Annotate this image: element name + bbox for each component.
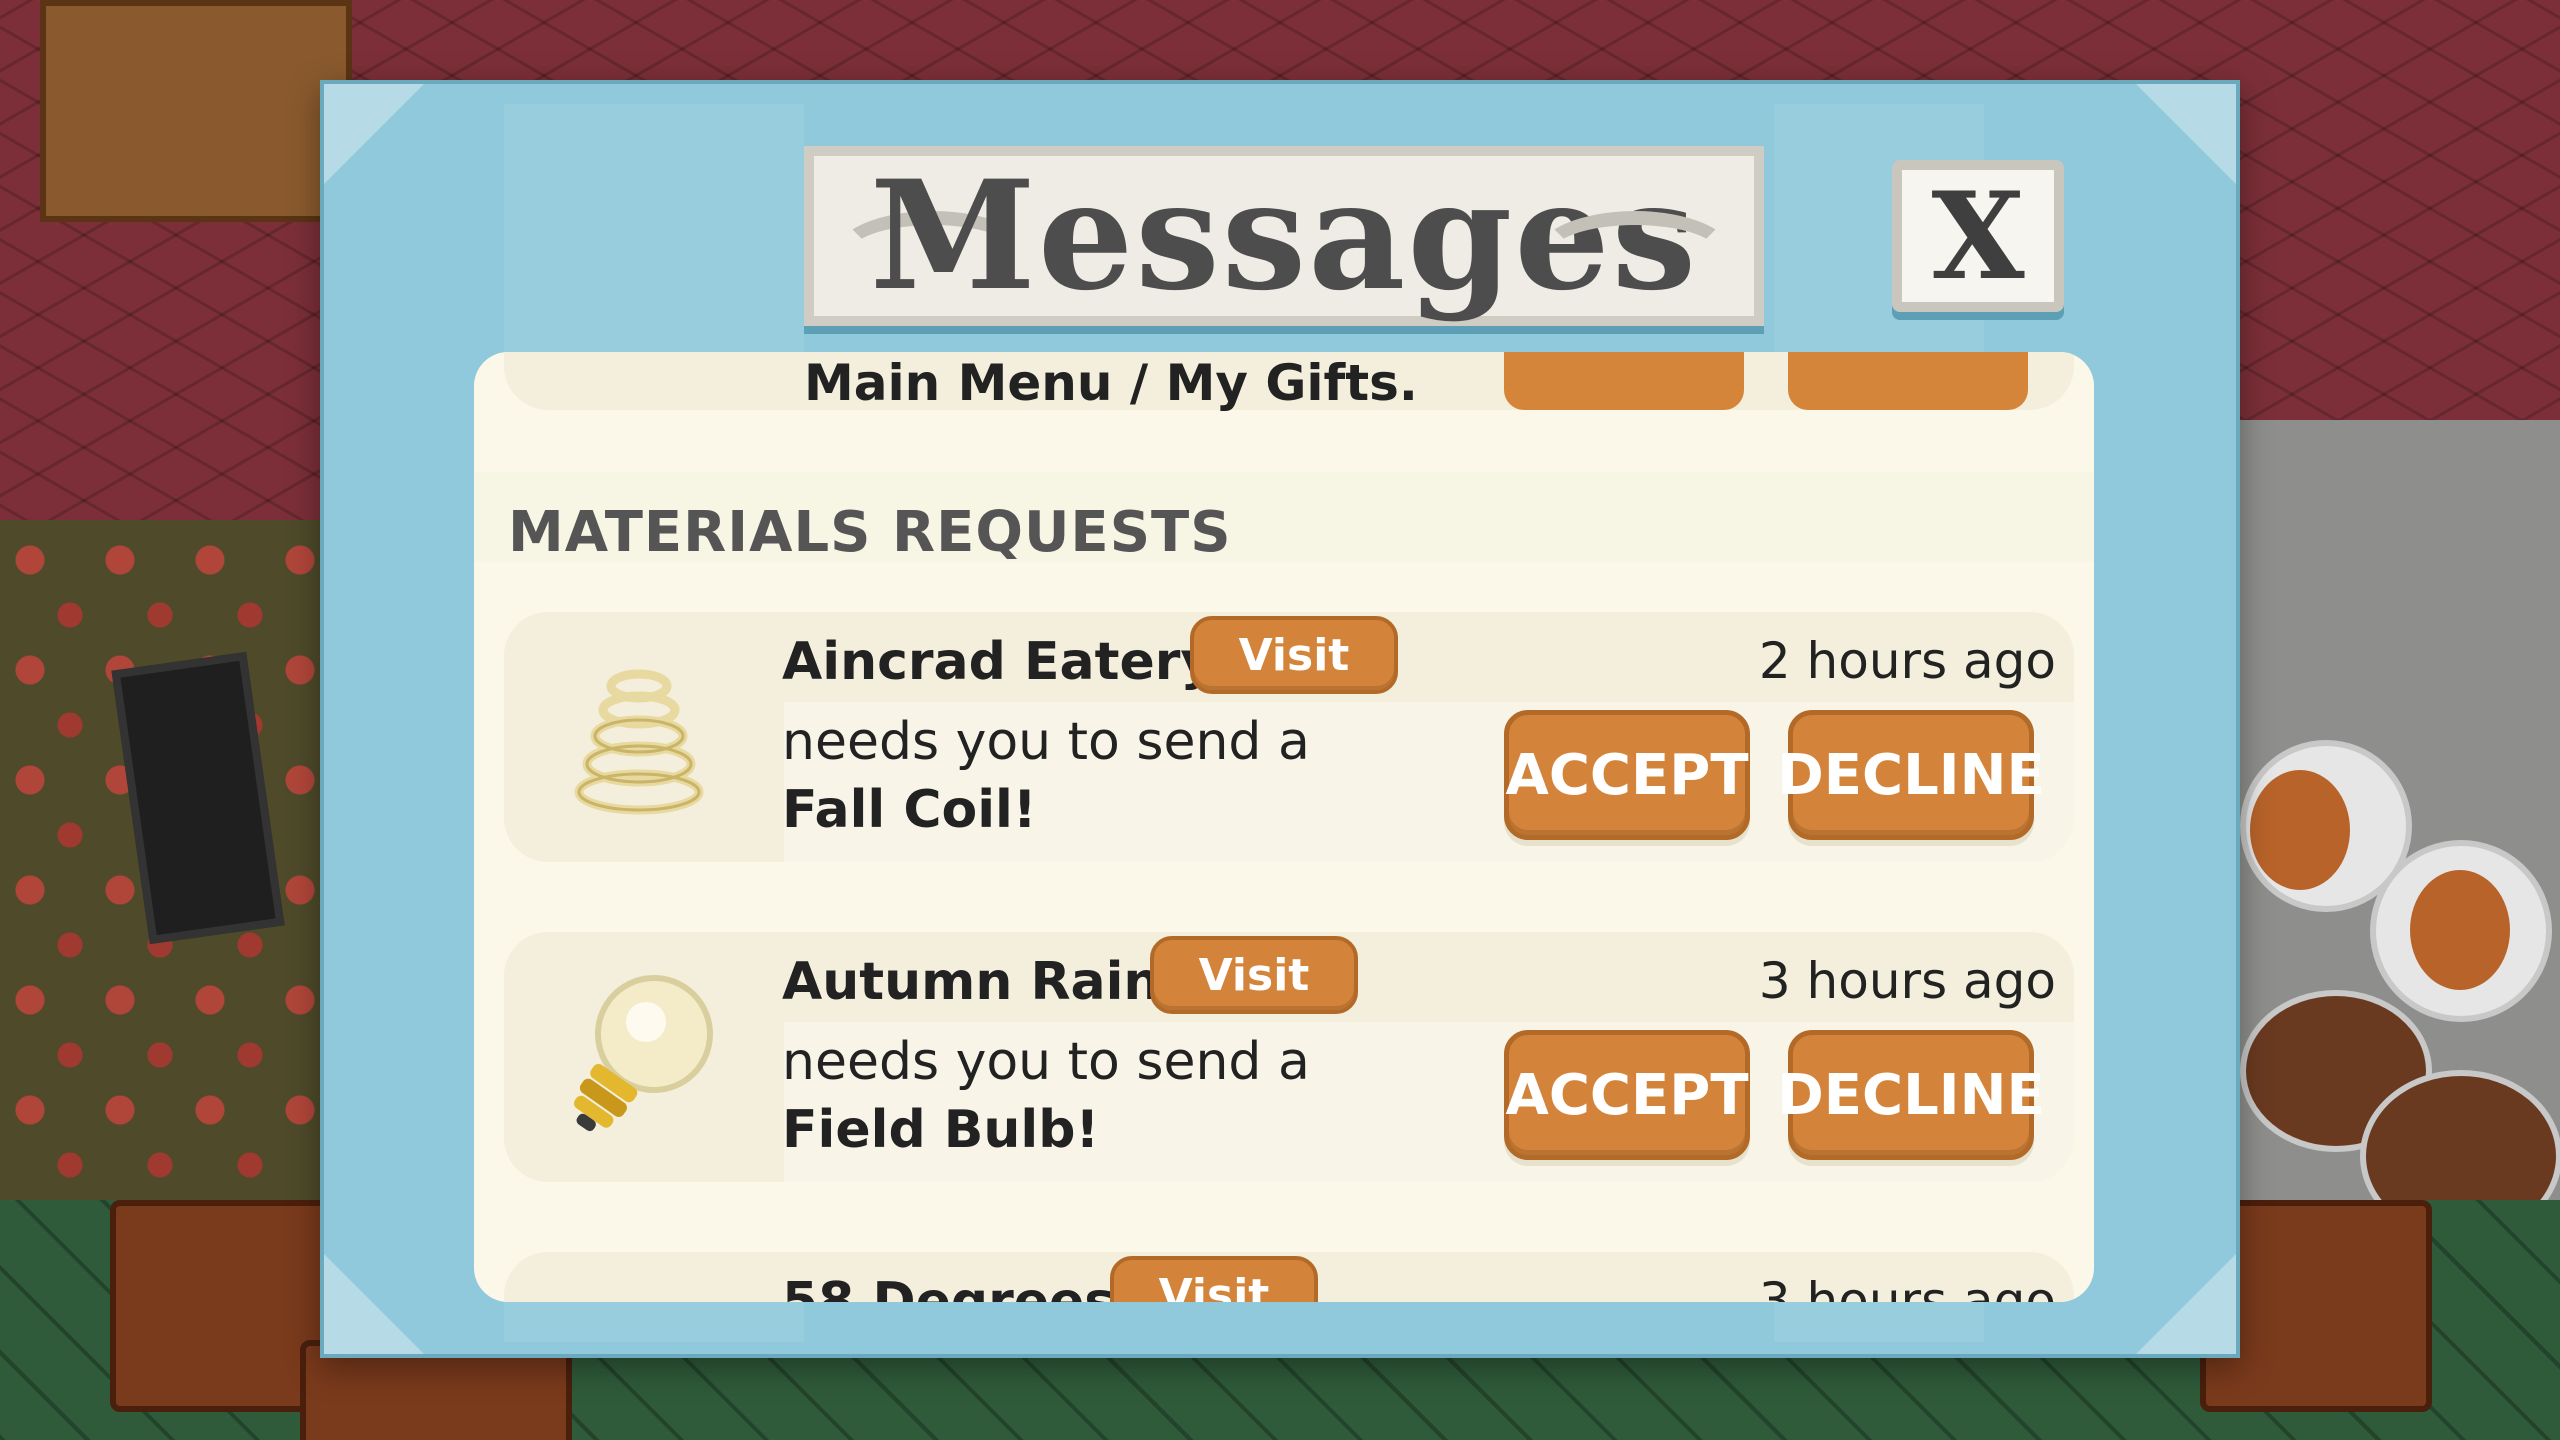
bulb-icon [573,975,713,1132]
timestamp: 3 hours ago [1758,952,2056,1010]
decline-button[interactable]: DECLINE [1777,1030,2045,1160]
message-text: Main Menu / My Gifts. [804,354,1418,412]
request-row: Aincrad Eatery Visit 2 hours ago needs y… [504,612,2074,862]
accept-button[interactable]: ACCEPT [1504,1030,1750,1160]
close-button[interactable]: X [1892,160,2064,312]
decline-button[interactable]: DECLINE [1777,710,2045,840]
visit-button[interactable]: Visit [1190,616,1398,694]
section-title: MATERIALS REQUESTS [508,500,1232,565]
sender-name: 58 Degrees [782,1272,1116,1302]
sender-name: Aincrad Eatery [782,632,1215,692]
messages-list[interactable]: Main Menu / My Gifts. MATERIALS REQUESTS [474,352,2094,1302]
request-row: 58 Degrees Visit 3 hours ago [504,1252,2074,1302]
coil-icon [574,669,704,815]
list-item: Main Menu / My Gifts. [504,352,2074,412]
messages-dialog: Messages X Main Menu / My Gifts. MATERIA… [320,80,2240,1358]
sender-name: Autumn Rain [782,952,1161,1012]
food-item [2410,870,2510,990]
accept-button[interactable]: ACCEPT [1504,710,1750,840]
request-text: needs you to send a [782,1032,1310,1092]
swirl-ornament-icon [1536,211,1734,299]
request-row: Autumn Rain Visit 3 hours ago needs you … [504,932,2074,1182]
food-item [2250,770,2350,890]
accept-button[interactable] [1504,352,1744,410]
timestamp: 2 hours ago [1758,632,2056,690]
visit-button[interactable]: Visit [1150,936,1358,1014]
timestamp: 3 hours ago [1758,1272,2056,1302]
close-icon: X [1931,165,2025,307]
request-text: needs you to send a [782,712,1310,772]
decline-button[interactable] [1788,352,2028,410]
requested-item: Field Bulb! [782,1100,1100,1160]
requested-item: Fall Coil! [782,780,1037,840]
title-plate: Messages [804,146,1764,326]
visit-button[interactable]: Visit [1110,1256,1318,1302]
produce-crate [40,0,352,222]
